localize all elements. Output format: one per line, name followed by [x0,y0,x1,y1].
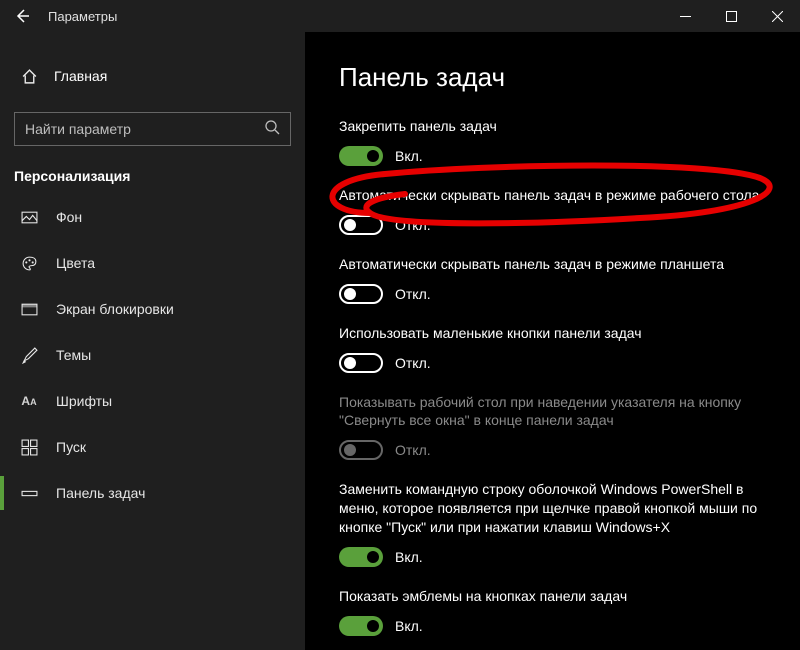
sidebar-item-label: Экран блокировки [56,301,174,317]
toggle-state-text: Откл. [395,355,431,371]
titlebar: Параметры [0,0,800,32]
sidebar: Главная Персонализация Фон Цвета Экран б… [0,32,305,650]
close-button[interactable] [754,0,800,32]
window-title: Параметры [44,9,117,24]
toggle-autohide-desktop[interactable] [339,215,383,235]
sidebar-item-colors[interactable]: Цвета [0,240,305,286]
page-title: Панель задач [339,62,766,93]
picture-icon [20,208,38,226]
sidebar-home-label: Главная [54,68,107,84]
sidebar-item-themes[interactable]: Темы [0,332,305,378]
toggle-peek-desktop [339,440,383,460]
toggle-state-text: Вкл. [395,148,423,164]
sidebar-item-lockscreen[interactable]: Экран блокировки [0,286,305,332]
toggle-show-badges[interactable] [339,616,383,636]
lockscreen-icon [20,300,38,318]
setting-label: Автоматически скрывать панель задач в ре… [339,186,766,205]
search-input[interactable] [25,121,264,137]
setting-peek-desktop: Показывать рабочий стол при наведении ук… [339,393,766,461]
toggle-lock-taskbar[interactable] [339,146,383,166]
back-button[interactable] [0,0,44,32]
sidebar-item-taskbar[interactable]: Панель задач [0,470,305,516]
minimize-button[interactable] [662,0,708,32]
search-box[interactable] [14,112,291,146]
toggle-state-text: Вкл. [395,549,423,565]
sidebar-home[interactable]: Главная [0,58,305,94]
toggle-small-buttons[interactable] [339,353,383,373]
palette-icon [20,254,38,272]
setting-autohide-tablet: Автоматически скрывать панель задач в ре… [339,255,766,304]
setting-show-badges: Показать эмблемы на кнопках панели задач… [339,587,766,636]
taskbar-icon [20,484,38,502]
sidebar-item-background[interactable]: Фон [0,194,305,240]
setting-autohide-desktop: Автоматически скрывать панель задач в ре… [339,186,766,235]
toggle-state-text: Откл. [395,442,431,458]
sidebar-heading: Персонализация [0,168,305,194]
sidebar-item-label: Фон [56,209,82,225]
content-pane: Панель задач Закрепить панель задач Вкл.… [305,32,800,650]
maximize-button[interactable] [708,0,754,32]
maximize-icon [726,11,737,22]
setting-label: Использовать маленькие кнопки панели зад… [339,324,766,343]
toggle-replace-cmd-powershell[interactable] [339,547,383,567]
setting-small-buttons: Использовать маленькие кнопки панели зад… [339,324,766,373]
fonts-icon: AA [20,392,38,410]
toggle-state-text: Откл. [395,286,431,302]
setting-label: Закрепить панель задач [339,117,766,136]
sidebar-item-label: Пуск [56,439,86,455]
setting-label: Показывать рабочий стол при наведении ук… [339,393,766,431]
setting-lock-taskbar: Закрепить панель задач Вкл. [339,117,766,166]
search-icon [264,119,280,140]
sidebar-item-start[interactable]: Пуск [0,424,305,470]
toggle-state-text: Откл. [395,217,431,233]
setting-label: Заменить командную строку оболочкой Wind… [339,480,766,537]
home-icon [20,67,38,85]
sidebar-item-label: Панель задач [56,485,145,501]
setting-replace-cmd-powershell: Заменить командную строку оболочкой Wind… [339,480,766,567]
setting-label: Показать эмблемы на кнопках панели задач [339,587,766,606]
minimize-icon [680,11,691,22]
toggle-autohide-tablet[interactable] [339,284,383,304]
sidebar-item-label: Шрифты [56,393,112,409]
sidebar-item-label: Цвета [56,255,95,271]
sidebar-item-fonts[interactable]: AA Шрифты [0,378,305,424]
start-icon [20,438,38,456]
sidebar-item-label: Темы [56,347,91,363]
close-icon [772,11,783,22]
toggle-state-text: Вкл. [395,618,423,634]
setting-label: Автоматически скрывать панель задач в ре… [339,255,766,274]
brush-icon [20,346,38,364]
back-arrow-icon [14,8,30,24]
